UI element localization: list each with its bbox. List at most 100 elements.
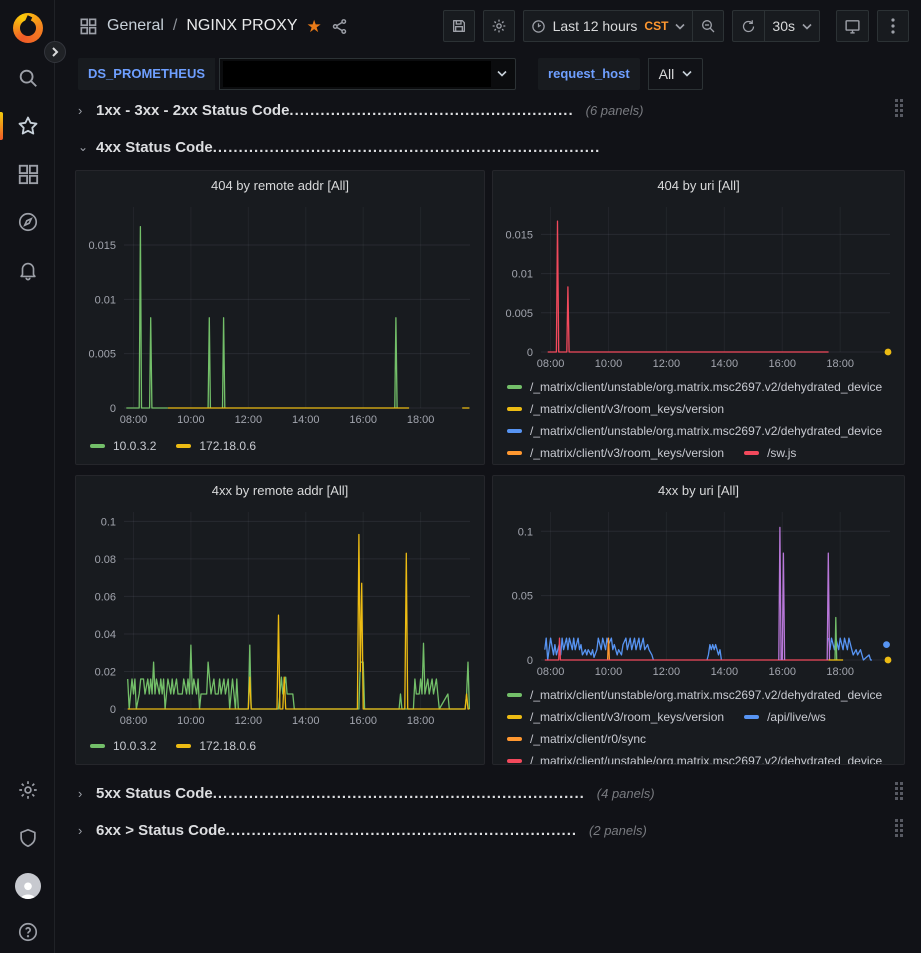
- dashboard-header: General / NGINX PROXY ★ Last 12 hours CS…: [56, 0, 921, 52]
- row-6xx[interactable]: › 6xx > Status Code ....................…: [78, 816, 905, 844]
- panel-title[interactable]: 4xx by remote addr [All]: [76, 476, 484, 504]
- legend-item[interactable]: /_matrix/client/unstable/org.matrix.msc2…: [507, 424, 882, 438]
- row-title: 6xx > Status Code: [96, 822, 226, 839]
- legend-item[interactable]: /_matrix/client/unstable/org.matrix.msc2…: [507, 754, 882, 764]
- legend-item[interactable]: /sw.js: [744, 446, 796, 460]
- row-drag-handle[interactable]: [895, 782, 903, 800]
- svg-text:0.08: 0.08: [95, 554, 116, 566]
- timeseries-chart[interactable]: 08:0010:0012:0014:0016:0018:0000.0050.01…: [493, 199, 904, 374]
- row-collapse-chevron: ›: [78, 786, 96, 801]
- grafana-logo[interactable]: [0, 8, 55, 48]
- apps-grid-icon: [78, 16, 98, 36]
- datasource-variable-select[interactable]: [219, 58, 516, 90]
- grafana-logo-icon: [13, 13, 43, 43]
- sidebar-item-search[interactable]: [0, 58, 55, 98]
- timeseries-chart[interactable]: 08:0010:0012:0014:0016:0018:0000.0050.01…: [76, 199, 484, 430]
- legend-series-color: [507, 715, 522, 719]
- chart-legend: /_matrix/client/unstable/org.matrix.msc2…: [493, 374, 904, 464]
- row-1xx-3xx-2xx[interactable]: › 1xx - 3xx - 2xx Status Code ..........…: [78, 96, 905, 124]
- legend-item[interactable]: /_matrix/client/v3/room_keys/version: [507, 402, 724, 416]
- svg-text:0: 0: [110, 704, 116, 716]
- legend-row: /_matrix/client/r0/sync: [507, 728, 904, 750]
- svg-text:0.1: 0.1: [518, 526, 533, 538]
- sidebar-item-settings[interactable]: [0, 770, 55, 810]
- timeseries-chart[interactable]: 08:0010:0012:0014:0016:0018:0000.050.1: [493, 504, 904, 682]
- panel-title[interactable]: 404 by remote addr [All]: [76, 171, 484, 199]
- svg-text:10:00: 10:00: [595, 358, 623, 370]
- svg-text:0.02: 0.02: [95, 666, 116, 678]
- avatar: [15, 873, 41, 899]
- legend-series-label: /_matrix/client/unstable/org.matrix.msc2…: [530, 688, 882, 702]
- dashboard-settings-button[interactable]: [483, 10, 515, 42]
- monitor-icon: [844, 18, 861, 35]
- favorite-star-icon[interactable]: ★: [307, 18, 322, 35]
- svg-text:16:00: 16:00: [349, 414, 377, 426]
- legend-item[interactable]: 172.18.0.6: [176, 739, 256, 753]
- row-5xx[interactable]: › 5xx Status Code ......................…: [78, 779, 905, 807]
- svg-text:10:00: 10:00: [595, 666, 623, 678]
- chart-legend: /_matrix/client/unstable/org.matrix.msc2…: [493, 682, 904, 764]
- row-collapse-chevron: ›: [78, 103, 96, 118]
- legend-series-label: /_matrix/client/unstable/org.matrix.msc2…: [530, 380, 882, 394]
- sidebar-item-alerting[interactable]: [0, 250, 55, 290]
- svg-text:0.01: 0.01: [95, 294, 116, 306]
- request-host-variable-select[interactable]: All: [648, 58, 704, 90]
- time-picker-group: Last 12 hours CST: [523, 10, 725, 42]
- sidebar-item-starred[interactable]: [0, 106, 55, 146]
- row-title: 5xx Status Code: [96, 785, 213, 802]
- legend-item[interactable]: /_matrix/client/unstable/org.matrix.msc2…: [507, 688, 882, 702]
- sidebar-item-server-admin[interactable]: [0, 818, 55, 858]
- sidebar-item-dashboards[interactable]: [0, 154, 55, 194]
- variables-bar: DS_PROMETHEUS request_host All: [56, 52, 921, 95]
- datasource-variable-label[interactable]: DS_PROMETHEUS: [78, 58, 215, 90]
- sidebar-item-profile[interactable]: [0, 866, 55, 906]
- panel-title[interactable]: 4xx by uri [All]: [493, 476, 904, 504]
- request-host-variable-value: All: [659, 66, 675, 82]
- page-title[interactable]: NGINX PROXY: [186, 17, 297, 35]
- share-icon[interactable]: [331, 18, 348, 35]
- legend-series-label: 172.18.0.6: [199, 739, 256, 753]
- svg-text:18:00: 18:00: [407, 414, 435, 426]
- refresh-interval-dropdown[interactable]: 30s: [764, 10, 820, 42]
- legend-series-color: [90, 444, 105, 448]
- refresh-button[interactable]: [732, 10, 764, 42]
- legend-row: /_matrix/client/unstable/org.matrix.msc2…: [507, 376, 904, 398]
- panel-404-by-remote-addr: 404 by remote addr [All] 08:0010:0012:00…: [75, 170, 485, 465]
- panel-title[interactable]: 404 by uri [All]: [493, 171, 904, 199]
- legend-item[interactable]: /_matrix/client/v3/room_keys/version: [507, 710, 724, 724]
- breadcrumb-section[interactable]: General: [107, 17, 164, 35]
- legend-series-color: [507, 737, 522, 741]
- more-options-kebab-button[interactable]: [877, 10, 909, 42]
- svg-text:0.04: 0.04: [95, 629, 116, 641]
- request-host-variable-label[interactable]: request_host: [538, 58, 640, 90]
- time-range-button[interactable]: Last 12 hours CST: [523, 10, 693, 42]
- sidebar-item-help[interactable]: [0, 912, 55, 952]
- svg-text:0.05: 0.05: [512, 591, 533, 603]
- cycle-view-mode-button[interactable]: [836, 10, 869, 42]
- sidebar-expand-button[interactable]: [44, 41, 66, 63]
- legend-item[interactable]: 10.0.3.2: [90, 739, 156, 753]
- legend-series-color: [744, 715, 759, 719]
- legend-series-label: /sw.js: [767, 446, 796, 460]
- row-drag-handle[interactable]: [895, 99, 903, 117]
- chevron-down-icon: [675, 23, 685, 30]
- legend-row: /_matrix/client/unstable/org.matrix.msc2…: [507, 750, 904, 764]
- legend-item[interactable]: /_matrix/client/r0/sync: [507, 732, 646, 746]
- legend-series-label: /_matrix/client/r0/sync: [530, 732, 646, 746]
- legend-item[interactable]: 10.0.3.2: [90, 439, 156, 453]
- timeseries-chart[interactable]: 08:0010:0012:0014:0016:0018:0000.020.040…: [76, 504, 484, 731]
- legend-item[interactable]: /api/live/ws: [744, 710, 826, 724]
- chart-legend: 10.0.3.2 172.18.0.6: [76, 430, 484, 464]
- legend-item[interactable]: 172.18.0.6: [176, 439, 256, 453]
- sidebar-item-explore[interactable]: [0, 202, 55, 242]
- legend-item[interactable]: /_matrix/client/unstable/org.matrix.msc2…: [507, 380, 882, 394]
- chevron-down-icon: [497, 70, 515, 77]
- row-4xx[interactable]: ⌄ 4xx Status Code ......................…: [78, 133, 905, 161]
- legend-item[interactable]: /_matrix/client/v3/room_keys/version: [507, 446, 724, 460]
- row-panel-count: (4 panels): [597, 786, 655, 801]
- zoom-out-time-button[interactable]: [692, 10, 724, 42]
- row-collapse-chevron: ⌄: [78, 140, 96, 154]
- save-dashboard-button[interactable]: [443, 10, 475, 42]
- shield-icon: [17, 827, 39, 849]
- row-drag-handle[interactable]: [895, 819, 903, 837]
